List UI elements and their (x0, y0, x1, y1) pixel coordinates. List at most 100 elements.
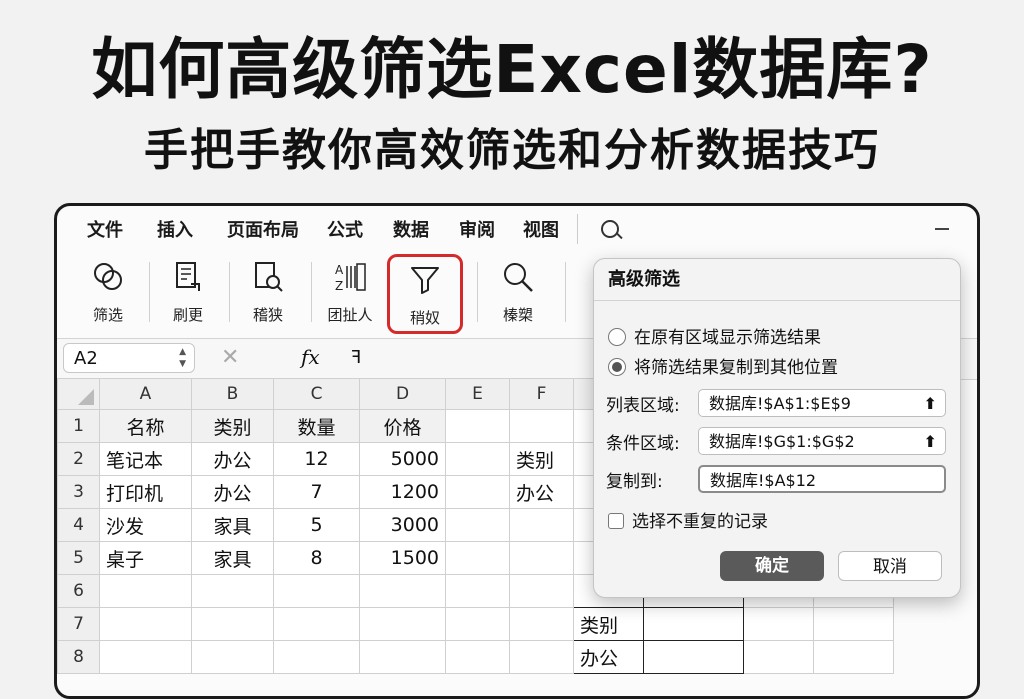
cell[interactable]: 办公 (573, 640, 644, 674)
cell[interactable]: 12 (273, 442, 360, 476)
unique-records-checkbox[interactable] (608, 513, 624, 529)
list-range-field[interactable]: 数据库!$A$1:$E$9 ⬆ (698, 389, 946, 417)
cell[interactable]: 5 (273, 508, 360, 542)
menu-review[interactable]: 审阅 (459, 216, 495, 242)
cell[interactable] (643, 607, 744, 641)
cell[interactable]: 办公 (191, 442, 274, 476)
menu-view[interactable]: 视图 (523, 216, 559, 242)
cell[interactable] (445, 475, 510, 509)
cell[interactable]: 数量 (273, 409, 360, 443)
cell[interactable]: 打印机 (99, 475, 192, 509)
copy-to-field[interactable]: 数据库!$A$12 (698, 465, 946, 493)
cell[interactable]: 办公 (509, 475, 574, 509)
row-header[interactable]: 2 (57, 442, 100, 476)
option-copy-to-location[interactable]: 将筛选结果复制到其他位置 (608, 353, 838, 378)
cell[interactable] (445, 640, 510, 674)
ribbon-refresh-button[interactable]: 刷更 (153, 254, 223, 328)
select-all-corner[interactable] (57, 378, 100, 410)
cell[interactable] (509, 574, 574, 608)
column-header[interactable]: B (191, 378, 274, 410)
search-icon[interactable] (601, 220, 619, 238)
cell[interactable]: 3000 (359, 508, 446, 542)
cell[interactable] (509, 640, 574, 674)
cell[interactable] (273, 574, 360, 608)
row-header[interactable]: 8 (57, 640, 100, 674)
column-header[interactable]: A (99, 378, 192, 410)
menu-insert[interactable]: 插入 (157, 216, 193, 242)
ribbon-lookup-button[interactable]: 榛槊 (483, 254, 553, 328)
cell[interactable] (813, 640, 894, 674)
criteria-range-field[interactable]: 数据库!$G$1:$G$2 ⬆ (698, 427, 946, 455)
cell[interactable] (445, 541, 510, 575)
cell[interactable]: 类别 (573, 607, 644, 641)
cell[interactable] (99, 607, 192, 641)
cell[interactable]: 办公 (191, 475, 274, 509)
column-header[interactable]: F (509, 378, 574, 410)
cell[interactable]: 5000 (359, 442, 446, 476)
ribbon-advanced-button[interactable]: 稽狭 (233, 254, 303, 328)
cell[interactable] (743, 640, 814, 674)
cancel-icon[interactable]: ✕ (221, 345, 239, 370)
cell[interactable] (643, 640, 744, 674)
cell[interactable] (445, 442, 510, 476)
cell[interactable]: 类别 (509, 442, 574, 476)
function-icon[interactable]: fx (301, 345, 320, 369)
menu-data[interactable]: 数据 (393, 216, 429, 242)
minimize-icon[interactable] (935, 228, 949, 230)
cell[interactable] (99, 640, 192, 674)
option-filter-in-place[interactable]: 在原有区域显示筛选结果 (608, 323, 821, 348)
cell[interactable] (743, 607, 814, 641)
cell[interactable]: 7 (273, 475, 360, 509)
cell[interactable] (359, 574, 446, 608)
radio-in-place[interactable] (608, 328, 626, 346)
cell[interactable]: 8 (273, 541, 360, 575)
cell[interactable]: 价格 (359, 409, 446, 443)
cell[interactable] (273, 640, 360, 674)
ribbon-filter-button[interactable]: 筛选 (73, 254, 143, 328)
cell[interactable] (191, 607, 274, 641)
cell[interactable] (509, 508, 574, 542)
cell[interactable] (273, 607, 360, 641)
cell[interactable]: 桌子 (99, 541, 192, 575)
cell[interactable] (191, 640, 274, 674)
column-header[interactable]: D (359, 378, 446, 410)
name-box[interactable]: A2 ▲ ▼ (63, 343, 195, 373)
row-header[interactable]: 7 (57, 607, 100, 641)
row-header[interactable]: 3 (57, 475, 100, 509)
range-picker-icon[interactable]: ⬆ (924, 390, 937, 418)
ribbon-advanced-filter-button[interactable]: 稍奴 (387, 254, 463, 334)
cell[interactable] (99, 574, 192, 608)
cell[interactable] (445, 574, 510, 608)
menu-formulas[interactable]: 公式 (327, 216, 363, 242)
cell[interactable] (191, 574, 274, 608)
cell[interactable]: 1200 (359, 475, 446, 509)
cell[interactable] (509, 541, 574, 575)
column-header[interactable]: E (445, 378, 510, 410)
cell[interactable]: 家具 (191, 541, 274, 575)
cell[interactable] (445, 409, 510, 443)
formula-input[interactable]: ꟻ (351, 347, 361, 368)
cell[interactable] (509, 607, 574, 641)
ribbon-sort-button[interactable]: A Z 团扯人 (315, 254, 385, 328)
cell[interactable]: 家具 (191, 508, 274, 542)
row-header[interactable]: 1 (57, 409, 100, 443)
radio-copy[interactable] (608, 358, 626, 376)
cell[interactable] (445, 607, 510, 641)
row-header[interactable]: 5 (57, 541, 100, 575)
row-header[interactable]: 6 (57, 574, 100, 608)
range-picker-icon[interactable]: ⬆ (924, 428, 937, 456)
cell[interactable] (509, 409, 574, 443)
cell[interactable] (359, 607, 446, 641)
cell[interactable] (445, 508, 510, 542)
unique-records-option[interactable]: 选择不重复的记录 (608, 507, 768, 532)
cell[interactable] (813, 607, 894, 641)
row-header[interactable]: 4 (57, 508, 100, 542)
cancel-button[interactable]: 取消 (838, 551, 942, 581)
cell[interactable]: 笔记本 (99, 442, 192, 476)
menu-page-layout[interactable]: 页面布局 (227, 216, 299, 242)
cell[interactable] (359, 640, 446, 674)
cell[interactable]: 名称 (99, 409, 192, 443)
ok-button[interactable]: 确定 (720, 551, 824, 581)
cell[interactable]: 1500 (359, 541, 446, 575)
cell[interactable]: 沙发 (99, 508, 192, 542)
